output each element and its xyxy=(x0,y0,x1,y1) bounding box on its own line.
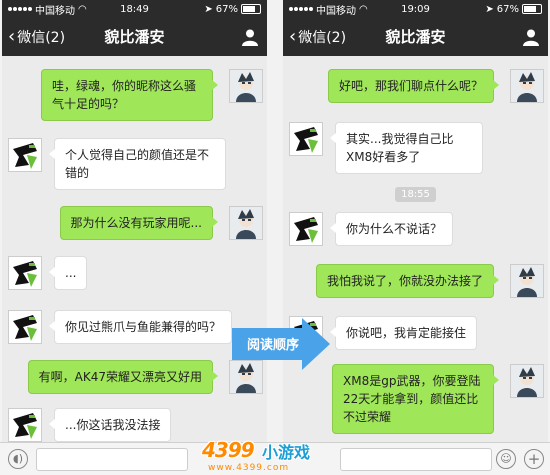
watermark-logo: 4399 小游戏 www.4399.com xyxy=(200,438,340,474)
nav-bar: ‹ 微信(2) 貌比潘安 xyxy=(2,18,267,56)
message-bubble[interactable]: 有啊，AK47荣耀又漂亮又好用 xyxy=(27,360,219,394)
my-avatar[interactable] xyxy=(510,69,544,103)
message-bubble[interactable]: 好吧，那我们聊点什么呢？ xyxy=(327,69,500,103)
message-bubble[interactable]: 你说吧，我肯定能接住 xyxy=(329,316,478,350)
contact-avatar[interactable] xyxy=(289,122,323,156)
emoji-icon[interactable]: ☺ xyxy=(496,449,516,469)
message-list: 哇，绿魂，你的昵称这么骚气十足的吗？ 个人觉得自己的颜值还是不错的 那为什么没有… xyxy=(2,56,267,475)
chat-title: 貌比潘安 xyxy=(104,28,165,46)
logo-url: www.4399.com xyxy=(208,463,290,473)
nav-bar: ‹ 微信(2) 貌比潘安 xyxy=(283,18,548,56)
message-bubble[interactable]: 个人觉得自己的颜值还是不错的 xyxy=(49,138,226,190)
contact-avatar[interactable] xyxy=(8,408,42,442)
status-bar: 中国移动 ◠ 19:09 ➤ 67% xyxy=(283,0,548,18)
message-input[interactable] xyxy=(340,448,492,471)
battery-info: ➤ 67% xyxy=(485,4,542,15)
message-bubble[interactable]: 那为什么没有玩家用呢... xyxy=(59,206,219,240)
right-chat-screen: 中国移动 ◠ 19:09 ➤ 67% ‹ 微信(2) 貌比潘安 好吧，那我们聊点… xyxy=(283,0,548,475)
battery-percent: 67% xyxy=(496,3,519,15)
message-bubble[interactable]: XM8是gp武器，你要登陆22天才能拿到，颜值还比不过荣耀 xyxy=(332,364,499,434)
message-bubble[interactable]: 我怕我说了，你就没办法接了 xyxy=(315,264,500,298)
profile-icon[interactable] xyxy=(241,28,259,46)
message-list: 好吧，那我们聊点什么呢？ 其实...我觉得自己比XM8好看多了 18:55 你为… xyxy=(283,56,548,475)
plus-icon[interactable]: + xyxy=(524,449,544,469)
contact-avatar[interactable] xyxy=(8,256,42,290)
my-avatar[interactable] xyxy=(229,69,263,103)
message-input[interactable] xyxy=(36,448,188,471)
location-icon: ➤ xyxy=(485,3,494,15)
message-bubble[interactable]: ... xyxy=(48,256,88,290)
voice-icon[interactable]: ◖) xyxy=(8,449,28,469)
timestamp-label: 18:55 xyxy=(395,187,436,202)
chat-title: 貌比潘安 xyxy=(385,28,446,46)
contact-avatar[interactable] xyxy=(289,212,323,246)
logo-slogan: 小游戏 xyxy=(262,443,311,462)
battery-icon xyxy=(522,4,542,14)
left-chat-screen: 中国移动 ◠ 18:49 ➤ 67% ‹ 微信(2) 貌比潘安 哇，绿魂，你的昵… xyxy=(2,0,267,475)
contact-avatar[interactable] xyxy=(8,310,42,344)
battery-info: ➤ 67% xyxy=(204,4,261,15)
battery-icon xyxy=(241,4,261,14)
battery-percent: 67% xyxy=(215,3,238,15)
my-avatar[interactable] xyxy=(229,206,263,240)
status-bar: 中国移动 ◠ 18:49 ➤ 67% xyxy=(2,0,267,18)
location-icon: ➤ xyxy=(204,3,213,15)
chat-timestamp: 18:55 xyxy=(283,182,548,202)
message-bubble[interactable]: 你见过熊爪与鱼能兼得的吗？ xyxy=(48,310,233,344)
profile-icon[interactable] xyxy=(522,28,540,46)
message-bubble[interactable]: 其实...我觉得自己比XM8好看多了 xyxy=(330,122,483,174)
my-avatar[interactable] xyxy=(510,364,544,398)
my-avatar[interactable] xyxy=(510,264,544,298)
message-bubble[interactable]: ...你这话我没法接 xyxy=(48,408,172,442)
message-bubble[interactable]: 你为什么不说话？ xyxy=(329,212,454,246)
message-bubble[interactable]: 哇，绿魂，你的昵称这么骚气十足的吗？ xyxy=(41,69,218,121)
reading-order-label: 阅读顺序 xyxy=(246,338,299,353)
contact-avatar[interactable] xyxy=(8,138,42,172)
logo-brand: 4399 xyxy=(202,438,255,462)
